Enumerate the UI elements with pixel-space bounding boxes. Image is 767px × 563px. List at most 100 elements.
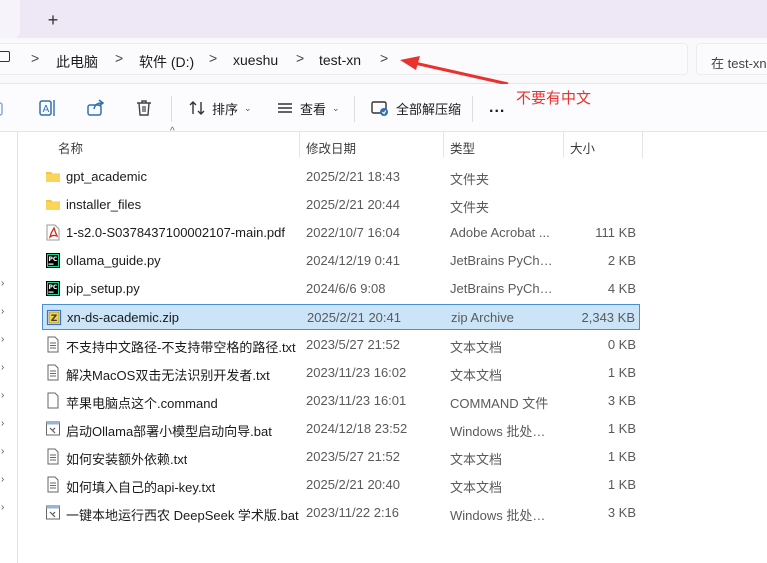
column-header-size[interactable]: 大小 bbox=[564, 132, 642, 158]
breadcrumb-test-xn[interactable]: test-xn bbox=[319, 52, 361, 68]
active-tab[interactable] bbox=[0, 0, 20, 38]
file-name: 一键本地运行西农 DeepSeek 学术版.bat bbox=[66, 508, 299, 523]
file-row[interactable]: 解决MacOS双击无法识别开发者.txt 2023/11/23 16:02 文本文档… bbox=[42, 360, 640, 386]
file-name: gpt_academic bbox=[66, 169, 147, 184]
more-options-button[interactable]: ... bbox=[489, 84, 505, 132]
extract-all-button[interactable]: 全部解压缩 bbox=[370, 84, 461, 132]
file-row[interactable]: 一键本地运行西农 DeepSeek 学术版.bat 2023/11/22 2:16… bbox=[42, 500, 640, 526]
column-header-type[interactable]: 类型 bbox=[444, 132, 562, 158]
file-modified-date: 2023/11/23 16:02 bbox=[306, 365, 407, 380]
chevron-right-icon[interactable]: > bbox=[380, 50, 388, 66]
chevron-down-icon: ⌄ bbox=[332, 102, 340, 113]
breadcrumb-drive-d[interactable]: 软件 (D:) bbox=[139, 52, 194, 72]
delete-icon[interactable] bbox=[134, 84, 154, 132]
file-size: 1 KB bbox=[607, 365, 636, 380]
navigation-pane[interactable]: › › › › › › › › › bbox=[0, 132, 22, 563]
svg-text:PC: PC bbox=[49, 284, 58, 291]
file-type: Windows 批处理... bbox=[450, 508, 556, 523]
chevron-right-icon[interactable]: › bbox=[1, 362, 4, 373]
file-row[interactable]: 启动Ollama部署小模型启动向导.bat 2024/12/18 23:52 Win… bbox=[42, 416, 640, 442]
file-modified-date: 2022/10/7 16:04 bbox=[306, 225, 400, 240]
file-size: 3 KB bbox=[607, 505, 636, 520]
file-row[interactable]: gpt_academic 2025/2/21 18:43 文件夹 bbox=[42, 164, 640, 190]
file-type: Windows 批处理... bbox=[450, 424, 556, 439]
search-input[interactable]: 在 test-xn bbox=[711, 53, 767, 72]
file-row[interactable]: installer_files 2025/2/21 20:44 文件夹 bbox=[42, 192, 640, 218]
view-icon bbox=[278, 103, 292, 113]
file-row[interactable]: 苹果电脑点这个.command 2023/11/23 16:01 COMMAND 文… bbox=[42, 388, 640, 414]
file-name: 不支持中文路径-不支持带空格的路径.txt bbox=[66, 340, 296, 355]
file-row[interactable]: 如何安装额外依赖.txt 2023/5/27 21:52 文本文档 1 KB bbox=[42, 444, 640, 470]
file-size: 111 KB bbox=[595, 225, 636, 240]
file-name: 启动Ollama部署小模型启动向导.bat bbox=[66, 424, 272, 439]
rename-icon[interactable]: A bbox=[38, 84, 58, 132]
file-modified-date: 2023/5/27 21:52 bbox=[306, 449, 400, 464]
file-type: JetBrains PyChar... bbox=[450, 281, 556, 296]
file-row[interactable]: PC ollama_guide.py 2024/12/19 0:41 JetBrain… bbox=[42, 248, 640, 274]
chevron-right-icon[interactable]: › bbox=[1, 474, 4, 485]
file-name: ollama_guide.py bbox=[66, 253, 161, 268]
command-bar: A 排序 ⌄ 查看 ⌄ 全部解压缩 ... bbox=[0, 84, 767, 132]
file-row[interactable]: 如何填入自己的api-key.txt 2025/2/21 20:40 文本文档 1 K… bbox=[42, 472, 640, 498]
file-type: zip Archive bbox=[451, 310, 514, 325]
chevron-right-icon[interactable]: › bbox=[1, 334, 4, 345]
chevron-right-icon[interactable]: › bbox=[1, 278, 4, 289]
file-row[interactable]: 1-s2.0-S0378437100002107-main.pdf 2022/10… bbox=[42, 220, 640, 246]
file-type: 文件夹 bbox=[450, 200, 490, 215]
chevron-down-icon: ⌄ bbox=[244, 102, 252, 113]
file-size: 1 KB bbox=[607, 477, 636, 492]
chevron-right-icon[interactable]: > bbox=[115, 50, 123, 66]
search-box[interactable]: 在 test-xn bbox=[696, 43, 767, 75]
chevron-right-icon[interactable]: > bbox=[209, 50, 217, 66]
view-button[interactable]: 查看 ⌄ bbox=[275, 84, 340, 132]
file-type: COMMAND 文件 bbox=[450, 396, 549, 411]
share-icon[interactable] bbox=[86, 84, 106, 132]
address-row: > 此电脑 > 软件 (D:) > xueshu > test-xn > 在 t… bbox=[0, 38, 767, 84]
svg-text:A: A bbox=[43, 104, 50, 115]
sort-button[interactable]: 排序 ⌄ bbox=[187, 84, 252, 132]
file-type: 文本文档 bbox=[450, 368, 503, 383]
file-name: xn-ds-academic.zip bbox=[67, 310, 179, 325]
chevron-right-icon[interactable]: › bbox=[1, 390, 4, 401]
breadcrumb-this-pc[interactable]: 此电脑 bbox=[56, 52, 98, 72]
file-type: 文本文档 bbox=[450, 480, 503, 495]
svg-text:Z: Z bbox=[51, 314, 58, 324]
file-row[interactable]: PC pip_setup.py 2024/6/6 9:08 JetBrains PyC… bbox=[42, 276, 640, 302]
file-type: JetBrains PyChar... bbox=[450, 253, 556, 268]
toolbar-divider bbox=[472, 96, 473, 122]
computer-icon[interactable] bbox=[0, 51, 10, 62]
file-name: pip_setup.py bbox=[66, 281, 140, 296]
file-type: Adobe Acrobat ... bbox=[450, 225, 550, 240]
sort-label: 排序 bbox=[212, 101, 239, 117]
chevron-right-icon[interactable]: > bbox=[31, 50, 39, 66]
column-header-modified[interactable]: 修改日期 bbox=[300, 132, 442, 158]
file-row-selected[interactable]: Zxn-ds-academic.zip 2025/2/21 20:41 zip Ar… bbox=[42, 304, 640, 330]
view-label: 查看 bbox=[300, 101, 327, 117]
cut-icon[interactable] bbox=[0, 84, 6, 132]
pane-splitter[interactable] bbox=[17, 132, 18, 563]
column-header-name[interactable]: 名称 bbox=[42, 132, 298, 158]
file-size: 1 KB bbox=[607, 421, 636, 436]
file-modified-date: 2025/2/21 20:40 bbox=[306, 477, 400, 492]
toolbar-divider bbox=[354, 96, 355, 122]
file-size: 4 KB bbox=[607, 281, 636, 296]
file-name: 如何填入自己的api-key.txt bbox=[66, 480, 216, 495]
file-size: 2,343 KB bbox=[581, 310, 636, 325]
extract-icon bbox=[371, 101, 388, 116]
chevron-right-icon[interactable]: › bbox=[1, 306, 4, 317]
breadcrumb-xueshu[interactable]: xueshu bbox=[233, 52, 278, 68]
file-row[interactable]: 不支持中文路径-不支持带空格的路径.txt 2023/5/27 21:52 文本文档… bbox=[42, 332, 640, 358]
file-modified-date: 2025/2/21 18:43 bbox=[306, 169, 400, 184]
tab-strip: + bbox=[0, 0, 767, 38]
new-tab-button[interactable]: + bbox=[39, 8, 67, 32]
chevron-right-icon[interactable]: › bbox=[1, 446, 4, 457]
column-divider[interactable] bbox=[642, 132, 643, 158]
chevron-right-icon[interactable]: › bbox=[1, 418, 4, 429]
file-modified-date: 2024/12/19 0:41 bbox=[306, 253, 400, 268]
file-modified-date: 2025/2/21 20:41 bbox=[307, 310, 401, 325]
file-modified-date: 2023/11/23 16:01 bbox=[306, 393, 407, 408]
file-modified-date: 2025/2/21 20:44 bbox=[306, 197, 400, 212]
chevron-right-icon[interactable]: › bbox=[1, 502, 4, 513]
chevron-right-icon[interactable]: > bbox=[296, 50, 304, 66]
file-type: 文本文档 bbox=[450, 340, 503, 355]
